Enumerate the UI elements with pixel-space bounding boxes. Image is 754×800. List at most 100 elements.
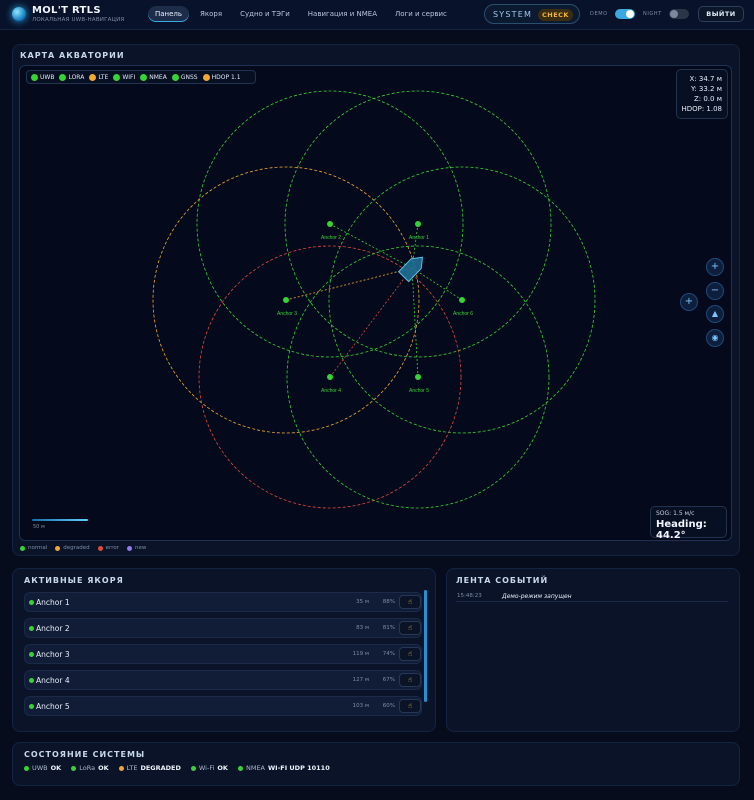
event-time: 15:48:23 <box>457 593 482 599</box>
top-bar: MOL'T RTLS ЛОКАЛЬНАЯ UWB-НАВИГАЦИЯ Панел… <box>0 0 754 30</box>
range-line-anchor-4 <box>329 267 413 378</box>
nav-tab-panel[interactable]: Панель <box>148 6 190 22</box>
legend-error: error <box>97 545 119 551</box>
hand-pointer-icon[interactable]: ☝ <box>399 595 421 609</box>
anchor-name: Anchor 4 <box>36 676 70 685</box>
chip-hdop: HDOP 1.1 <box>202 73 241 81</box>
speed-heading-box: SOG: 1.5 м/с Heading: 44.2° <box>650 506 727 541</box>
map-title: КАРТА АКВАТОРИИ <box>20 51 125 60</box>
anchor-name: Anchor 2 <box>36 624 70 633</box>
anchor-quality: 67% <box>382 677 395 683</box>
anchor-marker-5 <box>415 374 421 380</box>
system-check-button[interactable]: SYSTEM CHECK <box>484 4 580 24</box>
anchor-marker-4 <box>327 374 333 380</box>
demo-toggle[interactable] <box>615 9 635 19</box>
nav-tab-navigation-nmea[interactable]: Навигация и NMEA <box>301 6 384 22</box>
anchor-name: Anchor 5 <box>36 702 70 711</box>
anchor-marker-1 <box>415 221 421 227</box>
anchor-row[interactable]: Anchor 1 35 м 88% ☝ <box>24 592 422 612</box>
anchor-distance: 35 м <box>356 599 369 605</box>
anchor-row[interactable]: Anchor 4 127 м 67% ☝ <box>24 670 422 690</box>
zoom-out-button[interactable]: − <box>706 282 724 300</box>
chip-nmea: NMEA <box>140 73 167 81</box>
legend-normal: normal <box>20 545 47 551</box>
chip-uwb: UWB <box>31 73 54 81</box>
anchor-name: Anchor 3 <box>36 650 70 659</box>
zoom-out-icon: − <box>710 285 720 296</box>
system-status-title: СОСТОЯНИЕ СИСТЕМЫ <box>24 750 146 759</box>
events-title: ЛЕНТА СОБЫТИЙ <box>456 576 549 585</box>
anchor-label-3: Anchor 3 <box>277 311 297 317</box>
anchor-label-2: Anchor 2 <box>321 235 341 241</box>
layers-button[interactable]: ◉ <box>706 329 724 347</box>
event-divider <box>456 601 728 602</box>
anchor-label-1: Anchor 1 <box>409 235 429 241</box>
locate-icon: + <box>684 296 694 307</box>
coordinates-readout: X: 34.7 м Y: 33.2 м Z: 0.0 м HDOP: 1.08 <box>676 69 728 119</box>
nav-tab-anchors[interactable]: Якоря <box>193 6 229 22</box>
logo-icon <box>12 7 26 21</box>
map-drawing: Anchor 1 Anchor 2 Anchor 3 Anchor 4 Anch… <box>152 90 596 509</box>
legend-degraded: degraded <box>55 545 90 551</box>
night-label: NIGHT <box>643 11 662 17</box>
anchors-scrollbar[interactable] <box>424 590 427 702</box>
anchor-quality: 74% <box>382 651 395 657</box>
active-anchors-title: АКТИВНЫЕ ЯКОРЯ <box>24 576 124 585</box>
status-item-lte: LTE DEGRADED <box>118 764 181 772</box>
zoom-in-button[interactable]: + <box>706 258 724 276</box>
check-badge: CHECK <box>538 9 573 21</box>
vessel-icon <box>397 256 424 283</box>
system-label: SYSTEM <box>493 10 533 19</box>
brand-subtitle: ЛОКАЛЬНАЯ UWB-НАВИГАЦИЯ <box>32 17 125 23</box>
hand-pointer-icon[interactable]: ☝ <box>399 699 421 713</box>
anchor-distance: 127 м <box>352 677 369 683</box>
coord-y: Y: 33.2 м <box>690 85 722 93</box>
anchor-quality: 81% <box>382 625 395 631</box>
status-dot <box>29 600 34 605</box>
hand-pointer-icon[interactable]: ☝ <box>399 673 421 687</box>
anchor-marker-3 <box>283 297 289 303</box>
night-toggle[interactable] <box>669 9 689 19</box>
anchor-row[interactable]: Anchor 2 83 м 81% ☝ <box>24 618 422 638</box>
north-icon: ▲ <box>711 309 719 318</box>
anchor-quality: 60% <box>382 703 395 709</box>
status-item-uwb: UWB OK <box>24 764 61 772</box>
main-nav: Панель Якоря Судно и ТЭГи Навигация и NM… <box>148 6 454 22</box>
range-line-anchor-6 <box>411 267 463 301</box>
anchor-distance: 83 м <box>356 625 369 631</box>
nav-tab-vessel-tags[interactable]: Судно и ТЭГи <box>233 6 297 22</box>
coord-x: X: 34.7 м <box>689 75 722 83</box>
events-panel <box>446 568 740 732</box>
hand-pointer-icon[interactable]: ☝ <box>399 621 421 635</box>
anchor-marker-2 <box>327 221 333 227</box>
link-status-chips: UWB LORA LTE WIFI NMEA GNSS HDOP 1.1 <box>26 70 256 84</box>
layers-icon: ◉ <box>711 333 719 342</box>
chip-wifi: WIFI <box>113 73 135 81</box>
hand-pointer-icon[interactable]: ☝ <box>399 647 421 661</box>
logout-button[interactable]: ВЫЙТИ <box>698 6 744 22</box>
status-item-lora: LoRa OK <box>71 764 109 772</box>
locate-button[interactable]: + <box>680 293 698 311</box>
map-scale-bar <box>32 519 88 521</box>
status-dot <box>29 678 34 683</box>
status-dot <box>29 626 34 631</box>
anchor-distance: 103 м <box>352 703 369 709</box>
range-line-anchor-3 <box>285 267 413 301</box>
anchor-row[interactable]: Anchor 3 119 м 74% ☝ <box>24 644 422 664</box>
demo-label: DEMO <box>590 11 608 17</box>
system-status-list: UWB OK LoRa OK LTE DEGRADED Wi-Fi OK NMEA WI-… <box>24 764 330 772</box>
zoom-in-icon: + <box>710 261 720 272</box>
map-legend: normal degraded error new <box>20 545 146 551</box>
anchor-quality: 88% <box>382 599 395 605</box>
anchor-row[interactable]: Anchor 5 103 м 60% ☝ <box>24 696 422 716</box>
chip-lora: LORA <box>59 73 84 81</box>
anchor-label-5: Anchor 5 <box>409 388 429 394</box>
status-item-wifi: Wi-Fi OK <box>190 764 228 772</box>
nav-tab-logs-service[interactable]: Логи и сервис <box>388 6 454 22</box>
chip-gnss: GNSS <box>171 73 198 81</box>
anchor-label-4: Anchor 4 <box>321 388 341 394</box>
status-item-nmea: NMEA WI-FI UDP 10110 <box>237 764 330 772</box>
anchor-label-6: Anchor 6 <box>453 311 473 317</box>
north-up-button[interactable]: ▲ <box>706 305 724 323</box>
anchor-name: Anchor 1 <box>36 598 70 607</box>
